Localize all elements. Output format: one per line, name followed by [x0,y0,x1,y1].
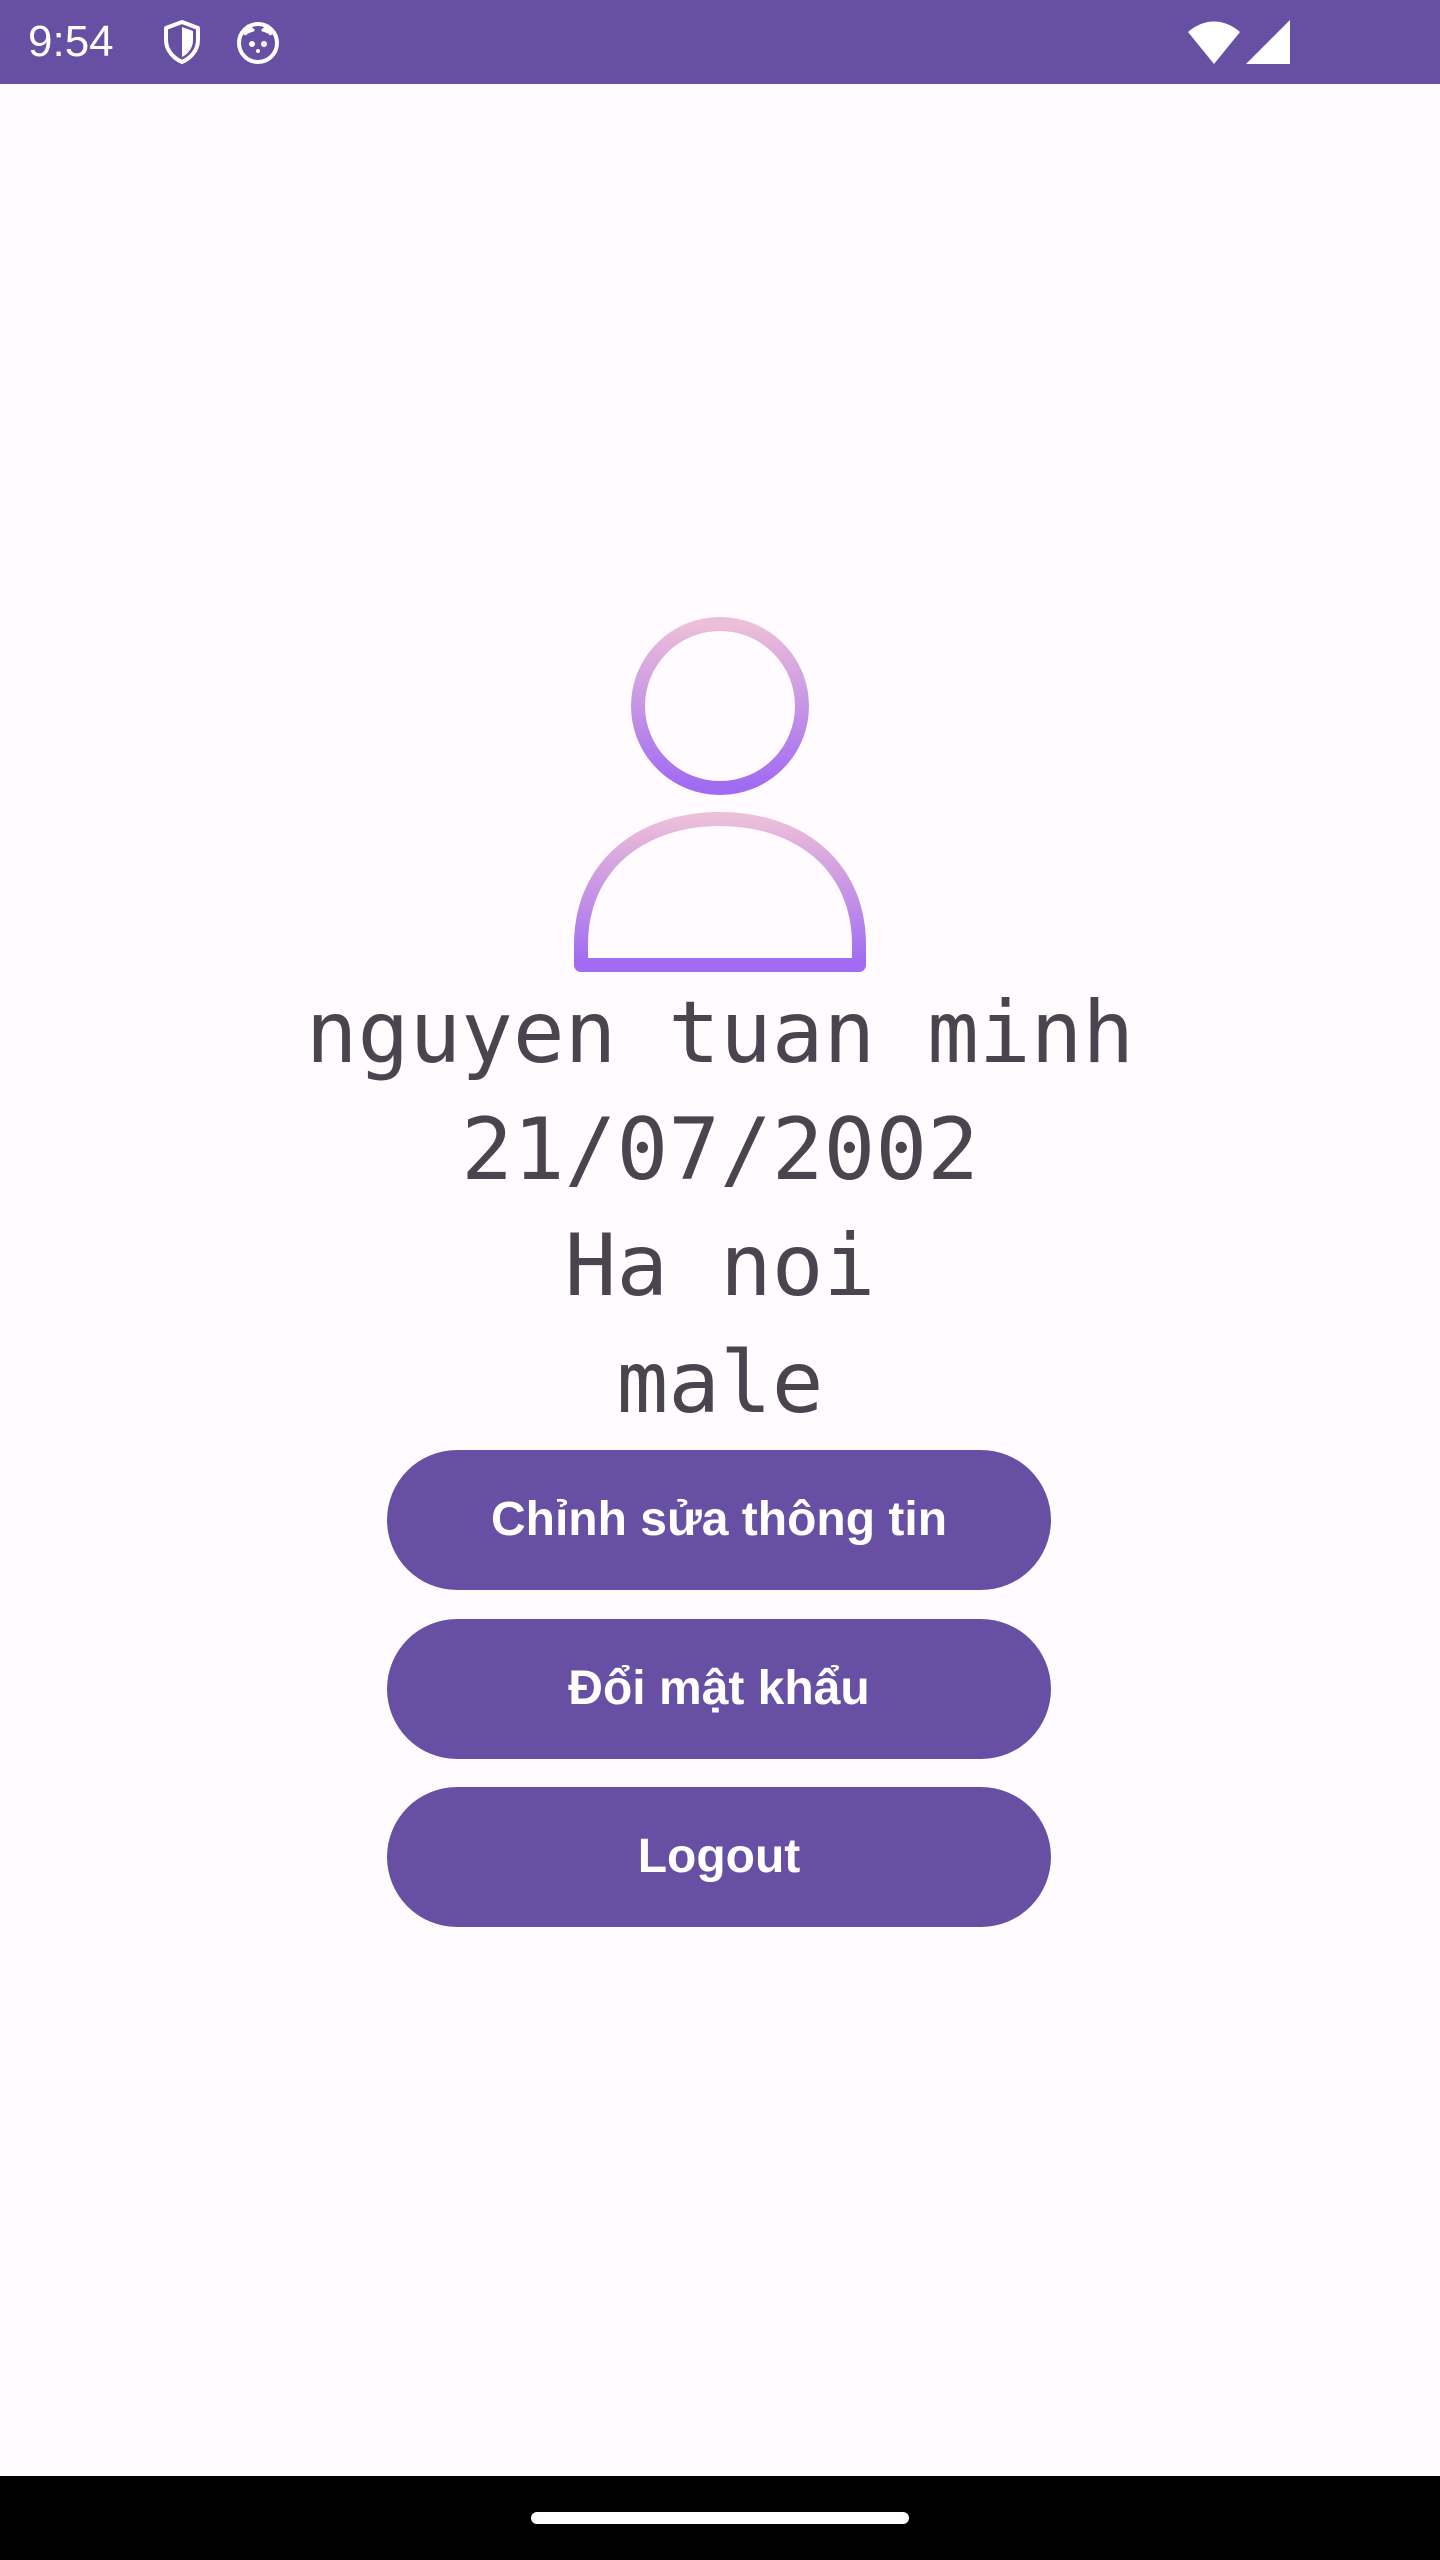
home-gesture-handle[interactable] [531,2512,909,2524]
user-gender: male [616,1333,824,1433]
user-name: nguyen tuan minh [305,983,1135,1083]
profile-screen: 9:54 nguyen tuan minh 21/07/2002 Ha noi … [0,0,1440,2560]
cat-face-icon [234,18,282,66]
navigation-bar [0,2476,1440,2560]
status-bar: 9:54 [0,0,1440,84]
logout-button[interactable]: Logout [387,1787,1051,1927]
wifi-icon [1186,18,1242,66]
user-address: Ha noi [564,1216,876,1316]
shield-icon [158,18,206,66]
signal-icon [1246,20,1290,64]
user-profile-icon [572,610,868,974]
user-date-of-birth: 21/07/2002 [461,1100,979,1200]
change-password-button[interactable]: Đổi mật khẩu [387,1619,1051,1759]
status-time: 9:54 [28,17,114,66]
edit-info-button[interactable]: Chỉnh sửa thông tin [387,1450,1051,1590]
